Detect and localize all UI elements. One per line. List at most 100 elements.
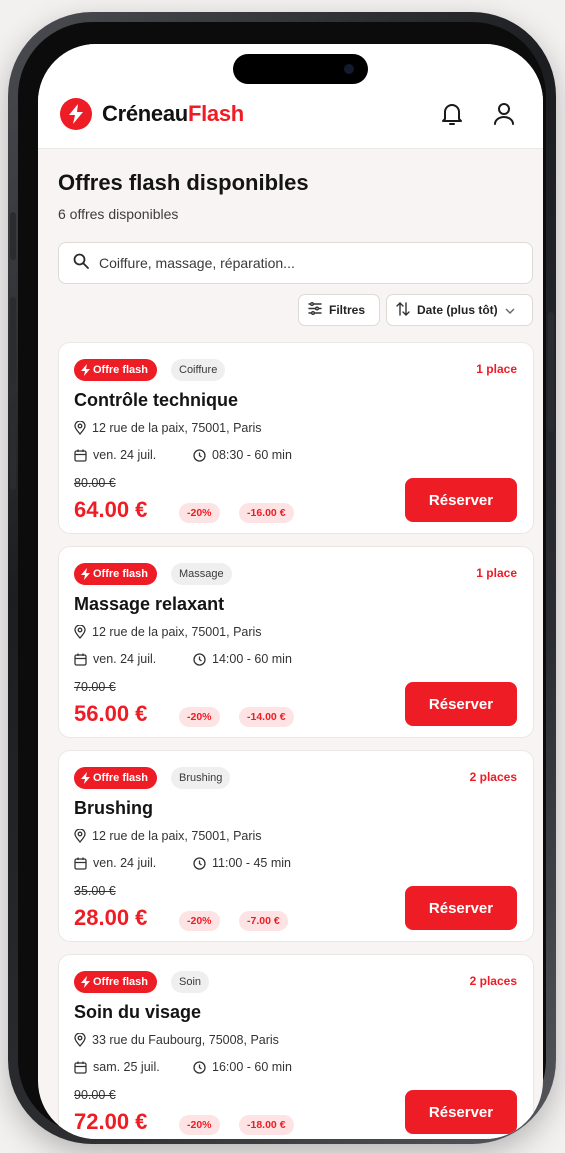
- offer-date: ven. 24 juil.: [74, 448, 156, 462]
- offer-list: Offre flash Coiffure 1 place Contrôle te…: [58, 342, 534, 1139]
- app-logo[interactable]: CréneauFlash: [60, 98, 244, 130]
- clock-icon: [193, 1060, 206, 1074]
- flash-badge: Offre flash: [74, 563, 158, 585]
- sliders-icon: [308, 302, 322, 318]
- lightning-icon: [81, 364, 90, 376]
- sort-label: Date (plus tôt): [417, 303, 498, 317]
- offer-date: ven. 24 juil.: [74, 856, 156, 870]
- offer-card[interactable]: Offre flash Soin 2 places Soin du visage…: [58, 954, 534, 1139]
- power-button: [548, 312, 554, 432]
- clock-icon: [193, 856, 206, 870]
- new-price: 28.00 €: [74, 905, 148, 930]
- calendar-icon: [74, 1061, 87, 1074]
- old-price: 70.00 €: [74, 680, 116, 694]
- reserve-button[interactable]: Réserver: [405, 478, 517, 522]
- flash-label: Offre flash: [93, 568, 149, 580]
- flash-label: Offre flash: [93, 772, 149, 784]
- discount-percent-badge: -20%: [179, 1115, 220, 1135]
- category-badge: Massage: [171, 563, 232, 585]
- date-text: sam. 25 juil.: [93, 1060, 160, 1074]
- volume-up-button: [10, 297, 16, 385]
- offer-time: 14:00 - 60 min: [193, 652, 292, 666]
- time-text: 11:00 - 45 min: [212, 856, 291, 870]
- offer-address: 12 rue de la paix, 75001, Paris: [74, 829, 262, 843]
- calendar-icon: [74, 857, 87, 870]
- app-name-part1: Créneau: [102, 101, 188, 126]
- flash-badge: Offre flash: [74, 767, 158, 789]
- places-left: 1 place: [476, 362, 517, 376]
- old-price: 35.00 €: [74, 884, 116, 898]
- places-left: 1 place: [476, 566, 517, 580]
- time-text: 14:00 - 60 min: [212, 652, 292, 666]
- new-price: 72.00 €: [74, 1109, 148, 1134]
- chevron-down-icon: [505, 303, 515, 317]
- address-text: 12 rue de la paix, 75001, Paris: [92, 625, 262, 639]
- search-bar[interactable]: [58, 242, 533, 284]
- offer-title: Contrôle technique: [74, 390, 239, 410]
- map-pin-icon: [74, 625, 86, 639]
- user-icon[interactable]: [490, 100, 518, 128]
- date-text: ven. 24 juil.: [93, 448, 157, 462]
- offer-time: 16:00 - 60 min: [193, 1060, 292, 1074]
- bell-icon[interactable]: [438, 100, 466, 128]
- discount-percent-badge: -20%: [179, 911, 220, 931]
- address-text: 12 rue de la paix, 75001, Paris: [92, 421, 262, 435]
- lightning-icon: [81, 976, 90, 988]
- address-text: 33 rue du Faubourg, 75008, Paris: [92, 1033, 279, 1047]
- calendar-icon: [74, 449, 87, 462]
- old-price: 90.00 €: [74, 1088, 116, 1102]
- filters-label: Filtres: [329, 303, 366, 317]
- search-input[interactable]: [99, 255, 499, 271]
- offer-time: 08:30 - 60 min: [193, 448, 292, 462]
- sort-icon: [396, 301, 410, 319]
- app-name-part2: Flash: [187, 101, 244, 126]
- places-left: 2 places: [469, 770, 517, 784]
- time-text: 08:30 - 60 min: [212, 448, 292, 462]
- app-screen: CréneauFlash Offres flash disponibles 6 …: [38, 44, 543, 1139]
- offer-title: Brushing: [74, 798, 153, 818]
- category-badge: Soin: [171, 971, 210, 993]
- map-pin-icon: [74, 1033, 86, 1047]
- offer-title: Massage relaxant: [74, 594, 225, 614]
- lightning-icon: [81, 568, 90, 580]
- flash-label: Offre flash: [93, 364, 149, 376]
- offer-address: 12 rue de la paix, 75001, Paris: [74, 625, 262, 639]
- map-pin-icon: [74, 421, 86, 435]
- offer-card[interactable]: Offre flash Massage 1 place Massage rela…: [58, 546, 534, 738]
- offer-date: sam. 25 juil.: [74, 1060, 160, 1074]
- offer-address: 12 rue de la paix, 75001, Paris: [74, 421, 262, 435]
- offers-count: 6 offres disponibles: [58, 206, 179, 222]
- discount-amount-badge: -16.00 €: [239, 503, 294, 523]
- flash-badge: Offre flash: [74, 971, 158, 993]
- dynamic-island: [233, 54, 368, 84]
- volume-down-button: [10, 402, 16, 490]
- map-pin-icon: [74, 829, 86, 843]
- category-badge: Brushing: [171, 767, 231, 789]
- search-icon: [73, 253, 89, 274]
- flash-label: Offre flash: [93, 976, 149, 988]
- reserve-button[interactable]: Réserver: [405, 1090, 517, 1134]
- lightning-logo-icon: [60, 98, 92, 130]
- mute-switch: [10, 212, 16, 260]
- address-text: 12 rue de la paix, 75001, Paris: [92, 829, 262, 843]
- clock-icon: [193, 652, 206, 666]
- reserve-button[interactable]: Réserver: [405, 682, 517, 726]
- reserve-button[interactable]: Réserver: [405, 886, 517, 930]
- time-text: 16:00 - 60 min: [212, 1060, 292, 1074]
- offer-card[interactable]: Offre flash Coiffure 1 place Contrôle te…: [58, 342, 534, 534]
- date-text: ven. 24 juil.: [93, 652, 157, 666]
- offer-card[interactable]: Offre flash Brushing 2 places Brushing 1…: [58, 750, 534, 942]
- calendar-icon: [74, 653, 87, 666]
- offer-address: 33 rue du Faubourg, 75008, Paris: [74, 1033, 279, 1047]
- offer-title: Soin du visage: [74, 1002, 202, 1022]
- old-price: 80.00 €: [74, 476, 116, 490]
- clock-icon: [193, 448, 206, 462]
- lightning-icon: [81, 772, 90, 784]
- app-name: CréneauFlash: [102, 101, 244, 127]
- sort-select[interactable]: Date (plus tôt): [386, 294, 533, 326]
- filters-button[interactable]: Filtres: [298, 294, 380, 326]
- date-text: ven. 24 juil.: [93, 856, 157, 870]
- places-left: 2 places: [469, 974, 517, 988]
- new-price: 56.00 €: [74, 701, 148, 726]
- discount-amount-badge: -14.00 €: [239, 707, 294, 727]
